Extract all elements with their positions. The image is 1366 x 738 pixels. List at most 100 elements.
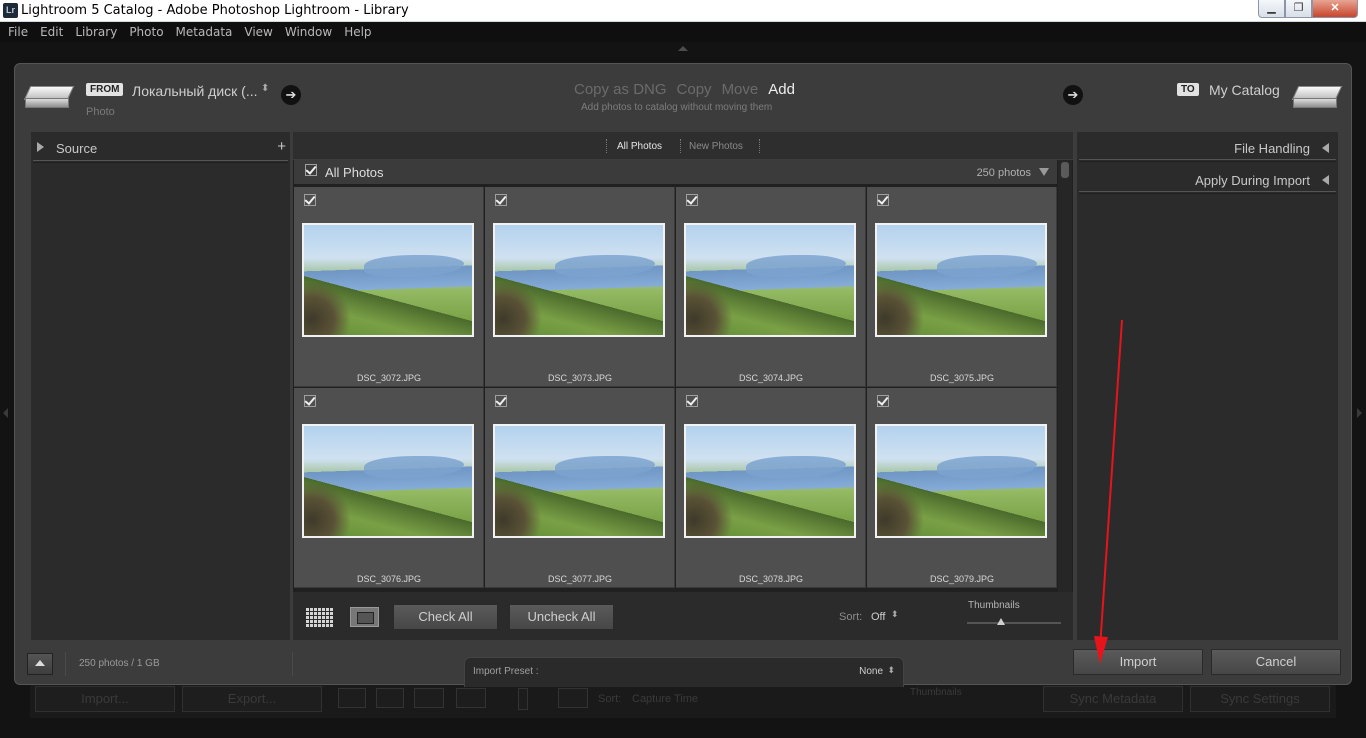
photo-thumbnail[interactable]: [875, 424, 1047, 538]
thumbnails-label: Thumbnails: [968, 600, 1020, 611]
sort-label: Sort:: [839, 611, 863, 623]
close-window-button[interactable]: ✕: [1312, 0, 1358, 18]
library-grid-view-icon[interactable]: [338, 688, 366, 708]
library-survey-view-icon[interactable]: [456, 688, 486, 708]
photo-checkbox[interactable]: [686, 395, 698, 407]
photo-filename: DSC_3075.JPG: [929, 373, 995, 383]
sync-metadata-button[interactable]: Sync Metadata: [1043, 686, 1183, 712]
loupe-view-icon[interactable]: [350, 607, 379, 627]
library-sort-direction-icon[interactable]: [558, 688, 588, 708]
filter-bar: All Photos New Photos: [293, 132, 1073, 160]
footer-separator: [292, 652, 293, 676]
menu-library[interactable]: Library: [69, 22, 123, 42]
mode-copy[interactable]: Copy: [677, 81, 712, 98]
import-preset-value[interactable]: None: [859, 666, 883, 677]
uncheck-all-button[interactable]: Uncheck All: [509, 604, 614, 630]
photo-checkbox[interactable]: [495, 194, 507, 206]
photo-cell[interactable]: DSC_3075.JPG: [867, 187, 1057, 387]
top-panel-toggle-icon[interactable]: [678, 46, 688, 51]
menu-view[interactable]: View: [238, 22, 278, 42]
library-sort-value[interactable]: Capture Time: [632, 693, 698, 705]
sort-value[interactable]: Off: [871, 611, 885, 623]
photo-cell[interactable]: DSC_3078.JPG: [676, 388, 866, 588]
photo-thumbnail[interactable]: [493, 424, 665, 538]
photo-cell[interactable]: DSC_3079.JPG: [867, 388, 1057, 588]
import-preset-selector[interactable]: Import Preset : None ⬍: [464, 657, 904, 687]
menu-metadata[interactable]: Metadata: [170, 22, 239, 42]
check-all-button[interactable]: Check All: [393, 604, 498, 630]
cancel-button[interactable]: Cancel: [1211, 649, 1341, 675]
scrollbar-thumb[interactable]: [1061, 162, 1069, 178]
preset-dropdown-icon[interactable]: ⬍: [887, 665, 895, 676]
mode-move[interactable]: Move: [722, 81, 759, 98]
maximize-button[interactable]: ❐: [1285, 0, 1312, 18]
thumbnail-size-slider[interactable]: [967, 618, 1061, 625]
grid-header: All Photos 250 photos: [294, 160, 1057, 184]
mode-add[interactable]: Add: [768, 81, 795, 98]
library-import-button[interactable]: Import...: [35, 686, 175, 712]
filter-separator: [680, 139, 681, 153]
photo-cell[interactable]: DSC_3077.JPG: [485, 388, 675, 588]
photo-cell[interactable]: DSC_3074.JPG: [676, 187, 866, 387]
grid-header-label: All Photos: [325, 165, 384, 180]
photo-cell[interactable]: DSC_3076.JPG: [294, 388, 484, 588]
menu-photo[interactable]: Photo: [123, 22, 169, 42]
mode-copy-as-dng[interactable]: Copy as DNG: [574, 81, 667, 98]
grid-scrollbar[interactable]: [1058, 160, 1072, 592]
photo-thumbnail[interactable]: [302, 424, 474, 538]
right-panel-toggle-icon[interactable]: [1357, 408, 1362, 418]
menu-window[interactable]: Window: [279, 22, 338, 42]
menu-file[interactable]: File: [2, 22, 34, 42]
expand-dialog-button[interactable]: [27, 653, 53, 675]
photo-checkbox[interactable]: [686, 194, 698, 206]
source-drive-icon: [23, 84, 75, 112]
expand-triangle-icon[interactable]: [37, 142, 44, 152]
slider-knob[interactable]: [996, 618, 1005, 625]
filter-all-photos[interactable]: All Photos: [617, 141, 662, 152]
add-source-icon[interactable]: +: [277, 138, 286, 155]
photo-thumbnail[interactable]: [684, 424, 856, 538]
photo-thumbnail[interactable]: [875, 223, 1047, 337]
library-sort-label: Sort:: [598, 693, 622, 705]
footer-separator: [65, 652, 66, 676]
sort-dropdown-icon[interactable]: ⬍: [891, 609, 899, 620]
select-all-checkbox[interactable]: [305, 164, 317, 176]
expand-triangle-icon[interactable]: [1322, 175, 1329, 185]
grid-view-icon[interactable]: [305, 607, 333, 627]
from-tag: FROM: [86, 83, 124, 96]
apply-during-import-section[interactable]: Apply During Import: [1077, 164, 1338, 194]
panel-divider: [1079, 191, 1336, 194]
photo-checkbox[interactable]: [304, 395, 316, 407]
source-name[interactable]: Локальный диск (...: [132, 83, 258, 99]
destination-arrow-icon: ➔: [1063, 85, 1083, 105]
photo-thumbnail[interactable]: [493, 223, 665, 337]
import-button[interactable]: Import: [1073, 649, 1203, 675]
photo-checkbox[interactable]: [495, 395, 507, 407]
library-toolbar-background: Import... Export... Sort: Capture Time T…: [30, 684, 1336, 718]
source-dropdown-icon[interactable]: ⬍: [261, 83, 269, 94]
photo-cell[interactable]: DSC_3072.JPG: [294, 187, 484, 387]
left-panel-toggle-icon[interactable]: [3, 408, 8, 418]
photo-thumbnail[interactable]: [684, 223, 856, 337]
panel-divider: [33, 160, 288, 163]
photo-thumbnail[interactable]: [302, 223, 474, 337]
collapse-triangle-icon[interactable]: [1039, 168, 1049, 176]
library-compare-view-icon[interactable]: [414, 688, 444, 708]
sync-settings-button[interactable]: Sync Settings: [1190, 686, 1330, 712]
library-export-button[interactable]: Export...: [182, 686, 322, 712]
menu-edit[interactable]: Edit: [34, 22, 69, 42]
source-panel-header[interactable]: Source +: [31, 132, 290, 162]
menu-help[interactable]: Help: [338, 22, 377, 42]
library-spray-can-icon[interactable]: [518, 688, 528, 710]
filter-new-photos[interactable]: New Photos: [689, 141, 743, 152]
photo-checkbox[interactable]: [877, 395, 889, 407]
file-handling-section[interactable]: File Handling: [1077, 132, 1338, 162]
photo-checkbox[interactable]: [877, 194, 889, 206]
minimize-button[interactable]: ▁: [1258, 0, 1285, 18]
library-loupe-view-icon[interactable]: [376, 688, 404, 708]
expand-triangle-icon[interactable]: [1322, 143, 1329, 153]
photo-filename: DSC_3076.JPG: [356, 574, 422, 584]
photo-checkbox[interactable]: [304, 194, 316, 206]
menu-bar: File Edit Library Photo Metadata View Wi…: [0, 22, 1366, 42]
photo-cell[interactable]: DSC_3073.JPG: [485, 187, 675, 387]
